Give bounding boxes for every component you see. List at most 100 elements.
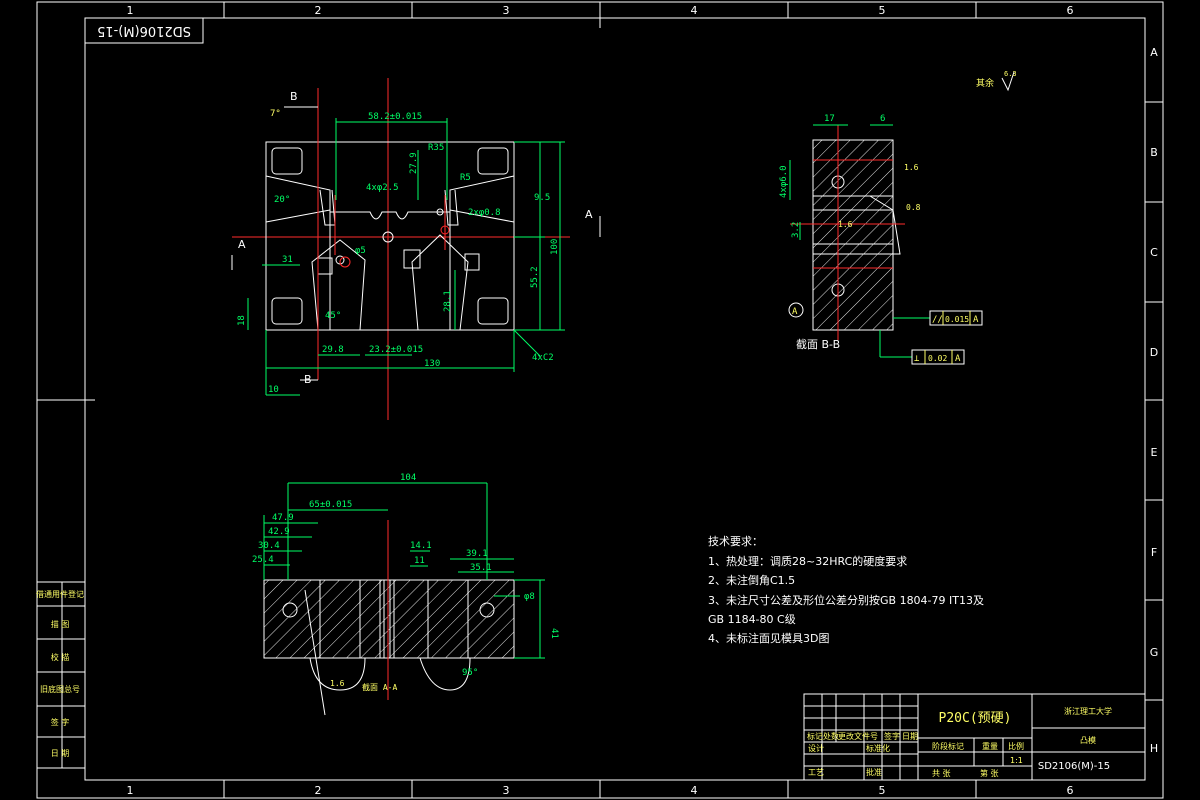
dim-label: 41	[549, 628, 559, 639]
dim-label: 58.2±0.015	[368, 112, 422, 122]
roughness-note: 其余 6.3	[976, 70, 1017, 92]
tb-label: 标准化	[866, 743, 890, 753]
strip-label: 描 图	[51, 619, 70, 629]
row-label: E	[1151, 446, 1158, 459]
dim-label: 18	[237, 315, 247, 326]
datum-a: A	[792, 307, 798, 317]
tech-note-line: 1、热处理：调质28~32HRC的硬度要求	[708, 554, 907, 568]
svg-text:SD2106(M)-15: SD2106(M)-15	[97, 23, 191, 38]
inner-border	[84, 17, 1146, 781]
svg-text:0.015: 0.015	[945, 315, 969, 324]
dim-label: 4xC2	[532, 353, 554, 363]
dim-label: 27.9	[409, 152, 419, 174]
outer-border	[36, 1, 1164, 799]
dim-label: 25.4	[252, 555, 274, 565]
left-records-strip: 借通用件登记 描 图 校 描 旧底图总号 签 字 日 期	[36, 399, 85, 769]
section-mark-b: B	[304, 373, 312, 386]
dim-label: 42.9	[268, 527, 290, 537]
dim-label: 65±0.015	[309, 500, 352, 510]
dim-label: 11	[414, 556, 425, 566]
roughness-label: 1.6	[904, 163, 919, 172]
svg-text:其余: 其余	[976, 77, 994, 89]
col-label-top: 5	[879, 4, 886, 17]
angle-label: 7°	[270, 109, 281, 119]
section-mark-b: B	[290, 90, 298, 103]
strip-label: 旧底图总号	[40, 684, 80, 694]
drawing-sheet: 1 2 3 4 5 6 1 2 3 4 5 6 A B C D E F G H …	[36, 1, 1164, 799]
section-mark-a: A	[238, 238, 246, 251]
dim-label: 3.2	[791, 222, 801, 238]
dim-label: 4xφ6.0	[779, 165, 789, 198]
corner-pocket	[271, 147, 303, 175]
svg-text:A: A	[955, 354, 961, 364]
strip-label: 日 期	[51, 749, 70, 758]
tb-part-name: 凸模	[1080, 735, 1096, 745]
col-label-bottom: 5	[879, 784, 886, 797]
dim-label: 130	[424, 359, 440, 369]
row-label: B	[1150, 146, 1158, 159]
strip-label: 签 字	[51, 717, 70, 727]
col-label-bottom: 6	[1067, 784, 1074, 797]
tb-label: 第 张	[980, 768, 999, 778]
section-aa-caption: 截面 A-A	[362, 682, 397, 692]
dim-label: R5	[460, 173, 471, 183]
roughness-label: 1.6	[330, 679, 345, 688]
row-label: H	[1150, 742, 1158, 755]
dim-label: 47.9	[272, 513, 294, 523]
strip-label: 借通用件登记	[36, 589, 84, 599]
dim-label: 20°	[274, 195, 290, 205]
dim-label: 6	[880, 114, 885, 124]
section-hatch	[813, 140, 893, 330]
dim-label: R35	[428, 143, 444, 153]
section-bb-caption: 截面 B-B	[796, 337, 840, 351]
col-label-bottom: 3	[503, 784, 510, 797]
dim-label: φ8	[524, 592, 535, 602]
row-label: C	[1150, 246, 1158, 259]
svg-text:⊥: ⊥	[914, 354, 920, 364]
dim-label: 14.1	[410, 541, 432, 551]
tech-note-line: 4、未标注面见模具3D图	[708, 631, 829, 645]
tech-notes: 技术要求： 1、热处理：调质28~32HRC的硬度要求 2、未注倒角C1.5 3…	[708, 535, 984, 645]
dim-label: 17	[824, 114, 835, 124]
dim-label: 2xφ0.8	[468, 208, 501, 218]
tb-label: 批准	[866, 767, 882, 777]
dim-label: 9.5	[534, 193, 550, 203]
col-label-bottom: 4	[691, 784, 698, 797]
svg-text:0.02: 0.02	[928, 354, 947, 363]
tech-note-line: 3、未注尺寸公差及形位公差分别按GB 1804-79 IT13及	[708, 593, 984, 607]
tb-material: P20C(预硬)	[939, 711, 1012, 726]
dim-label: 23.2±0.015	[369, 345, 423, 355]
col-label-top: 3	[503, 4, 510, 17]
tb-code: SD2106(M)-15	[1038, 761, 1110, 772]
svg-text:A: A	[973, 315, 979, 325]
row-label: D	[1150, 346, 1158, 359]
tolerance-frame-perp: ⊥ 0.02 A	[911, 349, 965, 365]
dim-label: 4xφ2.5	[366, 183, 399, 193]
dim-label: 31	[282, 255, 293, 265]
tb-label: 阶段标记	[932, 741, 964, 751]
dim-label: 29.8	[322, 345, 344, 355]
section-hatch	[264, 580, 514, 658]
zone-ticks	[85, 2, 1163, 798]
dim-label: 104	[400, 473, 416, 483]
dim-label: 95°	[462, 668, 478, 678]
tolerance-frame-parallel: // 0.015 A	[929, 310, 983, 326]
tb-label: 工艺	[808, 768, 824, 777]
row-label: G	[1150, 646, 1159, 659]
svg-text:6.3: 6.3	[1004, 70, 1017, 78]
column-labels: 1 2 3 4 5 6 1 2 3 4 5 6	[127, 4, 1074, 797]
col-label-top: 4	[691, 4, 698, 17]
tb-label: 更改文件号	[838, 731, 878, 741]
col-label-top: 6	[1067, 4, 1074, 17]
title-block: 标记 处数 更改文件号 签字 日期 设计 标准化 工艺 批准 阶段标记 重量 比…	[803, 693, 1146, 781]
main-view: B B A A 7° 58.2±0.015 4xφ2.5 2xφ0.8 R5 2…	[231, 78, 601, 420]
dim-label: 28.1	[443, 290, 453, 312]
tb-label: 比例	[1008, 741, 1024, 751]
roughness-label: 0.8	[906, 203, 921, 212]
col-label-bottom: 1	[127, 784, 134, 797]
dim-label: 10	[268, 385, 279, 395]
dim-label: φ5	[355, 246, 366, 256]
tb-label: 日期	[902, 732, 918, 741]
col-label-top: 1	[127, 4, 134, 17]
svg-text://: //	[932, 315, 943, 325]
